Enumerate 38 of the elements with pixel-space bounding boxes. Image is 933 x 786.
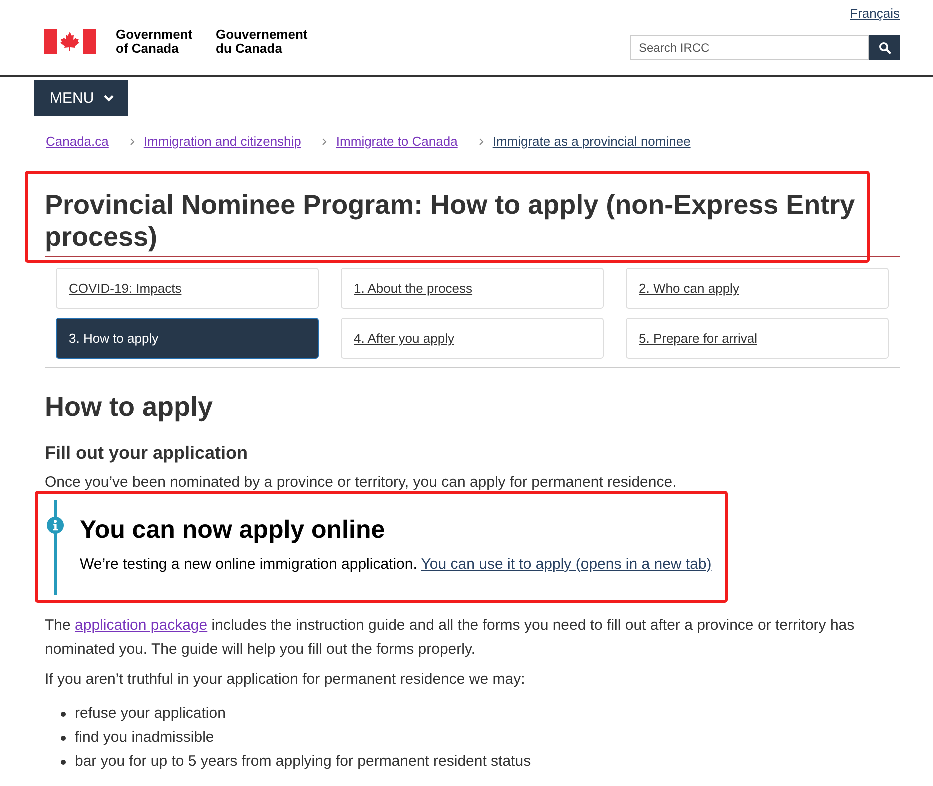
bullet-icon bbox=[61, 712, 66, 716]
page-nav-tab[interactable]: 4. After you apply bbox=[341, 318, 604, 359]
notice-heading: You can now apply online bbox=[80, 515, 386, 546]
language-link[interactable]: Français bbox=[850, 6, 900, 22]
breadcrumb-link[interactable]: Canada.ca bbox=[46, 132, 109, 152]
list-item-text: bar you for up to 5 years from applying for permanent resident status bbox=[75, 752, 532, 772]
bullet-icon bbox=[61, 760, 66, 764]
breadcrumb-link[interactable]: Immigrate to Canada bbox=[336, 132, 458, 152]
page-nav-tab[interactable]: 5. Prepare for arrival bbox=[626, 318, 889, 359]
breadcrumb-link[interactable]: Immigration and citizenship bbox=[144, 132, 302, 152]
list-item-text: refuse your application bbox=[75, 704, 226, 724]
body-paragraph: The application package includes the instruction guide and all the forms you need to fill out after a province or territory has nominated you. The guide will help you fill out the forms properly. bbox=[45, 616, 856, 660]
application-package-link[interactable]: application package bbox=[75, 617, 208, 634]
bullet-icon bbox=[61, 736, 66, 740]
section-heading: How to apply bbox=[45, 391, 214, 424]
wordmark-text: Gouvernement du Canada bbox=[216, 28, 308, 56]
wordmark-text: Government of Canada bbox=[116, 28, 194, 56]
search-icon bbox=[878, 42, 890, 54]
breadcrumb-link[interactable]: Immigrate as a provincial nominee bbox=[492, 132, 691, 152]
subheading: Fill out your application bbox=[45, 442, 250, 465]
page-title: Provincial Nominee Program: How to apply (non-Express Entry process) bbox=[45, 189, 856, 253]
flag-icon bbox=[44, 29, 96, 54]
intro-paragraph: Once you’ve been nominated by a province or territory, you can apply for permanent residence. bbox=[45, 473, 678, 493]
body-paragraph: If you aren’t truthful in your application for permanent residence we may: bbox=[45, 670, 526, 690]
menu-button[interactable]: MENU bbox=[34, 80, 128, 116]
chevron-down-icon bbox=[104, 94, 114, 102]
page-nav-tab[interactable]: 1. About the process bbox=[341, 268, 604, 309]
search-button[interactable] bbox=[869, 35, 900, 60]
page-nav-tab[interactable]: COVID-19: Impacts bbox=[56, 268, 319, 309]
notice-link[interactable]: You can use it to apply (opens in a new tab) bbox=[421, 556, 712, 573]
chevron-icon bbox=[478, 138, 484, 146]
list-item-text: find you inadmissible bbox=[75, 728, 214, 748]
chevron-icon bbox=[322, 138, 328, 146]
page-nav-tab[interactable]: 3. How to apply bbox=[56, 318, 319, 359]
notice-text: We’re testing a new online immigration application. You can use it to apply (opens in a new tab) bbox=[80, 555, 712, 575]
page-nav-tab[interactable]: 2. Who can apply bbox=[626, 268, 889, 309]
search-field[interactable]: Search IRCC bbox=[630, 35, 869, 60]
chevron-icon bbox=[130, 138, 135, 146]
